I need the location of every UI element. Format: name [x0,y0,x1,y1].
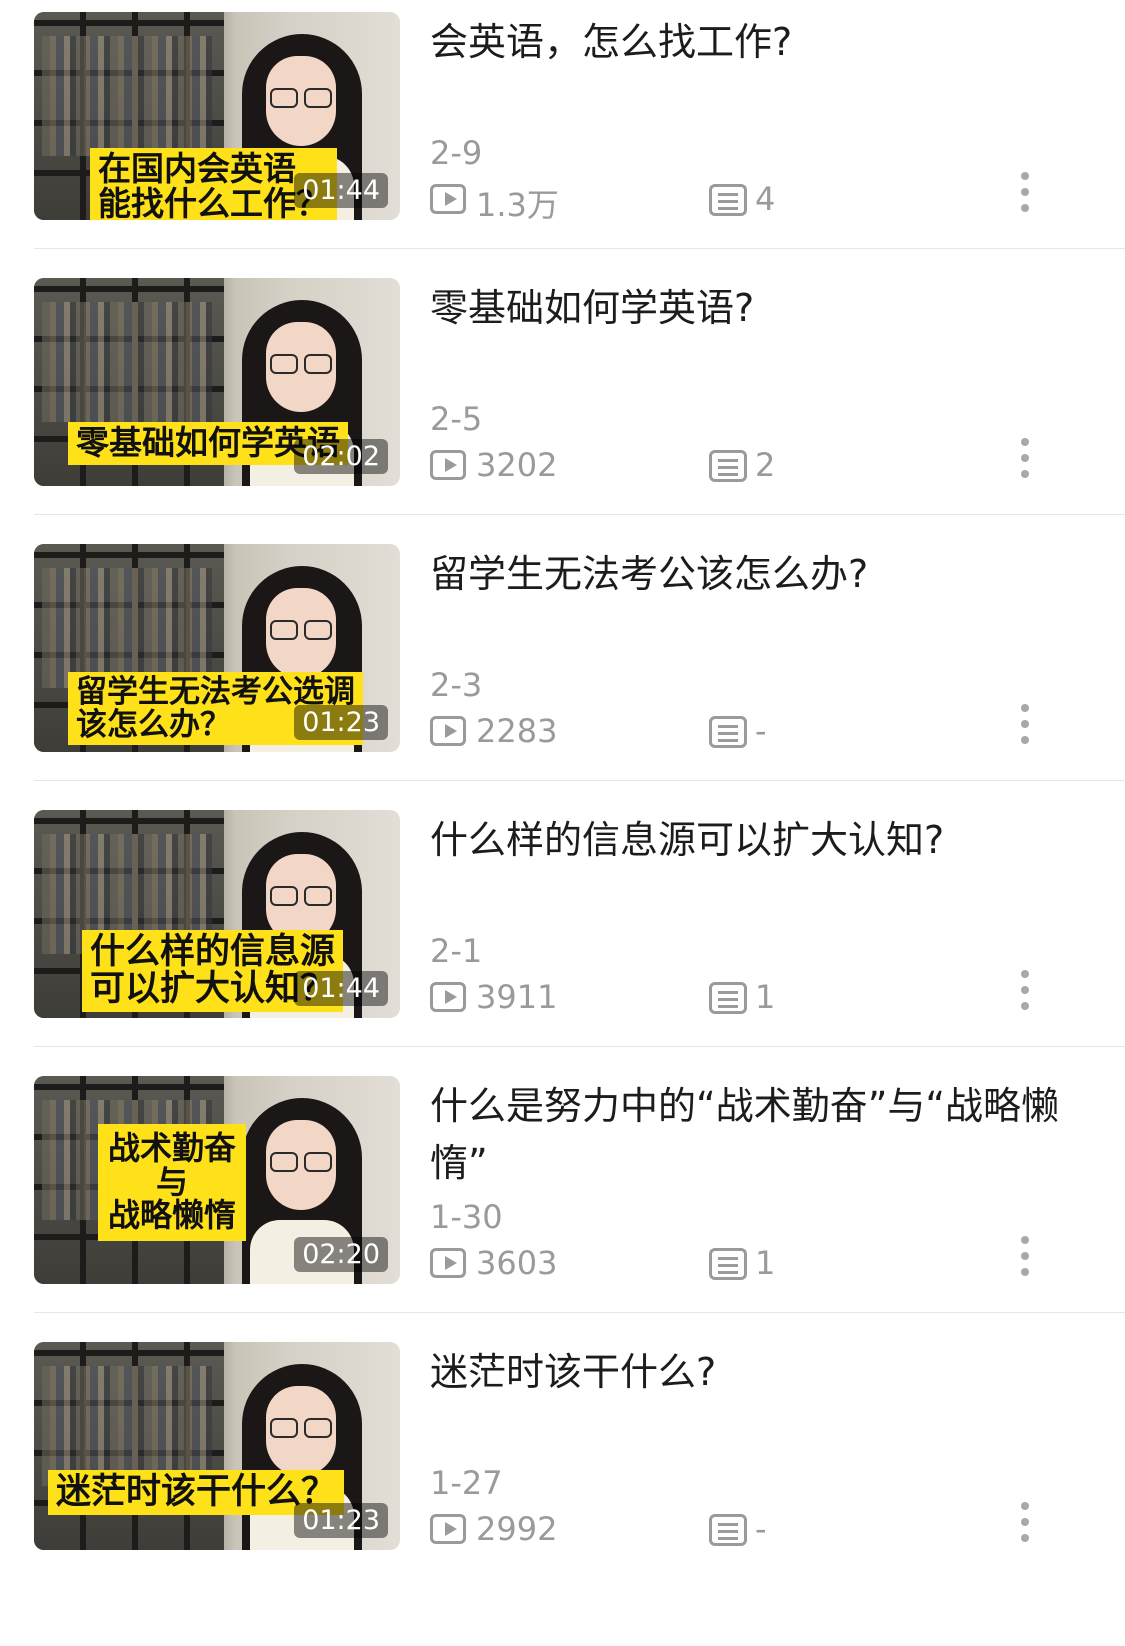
video-title[interactable]: 迷茫时该干什么? [430,1344,1070,1401]
video-stats: 2992 - [430,1508,1070,1554]
upload-date: 1-27 [430,1464,503,1502]
video-thumbnail[interactable]: 迷茫时该干什么？ 01:23 [34,1342,400,1550]
duration-badge: 01:44 [294,971,388,1006]
comment-list-icon [709,716,747,748]
more-vertical-icon[interactable] [1015,1232,1035,1284]
play-icon [430,1514,466,1544]
video-stats: 1.3万 4 [430,178,1070,224]
video-thumbnail[interactable]: 战术勤奋 与 战略懒惰 02:20 [34,1076,400,1284]
video-thumbnail[interactable]: 什么样的信息源 可以扩大认知？ 01:44 [34,810,400,1018]
video-title[interactable]: 会英语，怎么找工作? [430,14,1070,71]
upload-date: 2-5 [430,400,483,438]
video-item[interactable]: 什么样的信息源 可以扩大认知？ 01:44 什么样的信息源可以扩大认知? 2-1… [0,798,1125,1063]
view-count: 3911 [476,978,558,1016]
upload-date: 2-9 [430,134,483,172]
view-count: 3603 [476,1244,558,1282]
video-item[interactable]: 留学生无法考公选调 该怎么办？ 01:23 留学生无法考公该怎么办? 2-3 2… [0,532,1125,797]
comment-count: - [755,712,767,750]
comment-count: 1 [755,1244,776,1282]
video-item[interactable]: 在国内会英语 能找什么工作？ 01:44 会英语，怎么找工作? 2-9 1.3万… [0,0,1125,265]
play-icon [430,716,466,746]
comment-list-icon [709,1514,747,1546]
play-icon [430,184,466,214]
divider [34,514,1125,515]
comment-list-icon [709,184,747,216]
more-vertical-icon[interactable] [1015,700,1035,752]
duration-badge: 01:23 [294,705,388,740]
caption-line: 什么样的信息源 [90,932,336,972]
video-title[interactable]: 什么是努力中的“战术勤奋”与“战略懒惰” [430,1078,1070,1192]
more-vertical-icon[interactable] [1015,966,1035,1018]
comment-count: - [755,1510,767,1548]
play-icon [430,982,466,1012]
more-vertical-icon[interactable] [1015,168,1035,220]
divider [34,248,1125,249]
divider [34,1046,1125,1047]
comment-count: 1 [755,978,776,1016]
comment-list-icon [709,1248,747,1280]
video-stats: 3911 1 [430,976,1070,1022]
divider [34,780,1125,781]
bookshelf-background [34,1342,224,1550]
more-vertical-icon[interactable] [1015,1498,1035,1550]
upload-date: 2-3 [430,666,483,704]
comment-count: 2 [755,446,776,484]
comment-list-icon [709,982,747,1014]
video-item[interactable]: 零基础如何学英语 02:02 零基础如何学英语? 2-5 3202 2 [0,266,1125,531]
thumbnail-caption: 战术勤奋 与 战略懒惰 [98,1124,247,1241]
duration-badge: 02:20 [294,1237,388,1272]
video-stats: 3202 2 [430,444,1070,490]
video-stats: 2283 - [430,710,1070,756]
more-vertical-icon[interactable] [1015,434,1035,486]
video-title[interactable]: 留学生无法考公该怎么办? [430,546,1070,603]
video-stats: 3603 1 [430,1242,1070,1288]
view-count: 1.3万 [476,186,559,224]
video-item[interactable]: 迷茫时该干什么？ 01:23 迷茫时该干什么? 1-27 2992 - [0,1330,1125,1595]
caption-line: 留学生无法考公选调 [76,674,355,710]
duration-badge: 02:02 [294,439,388,474]
video-thumbnail[interactable]: 在国内会英语 能找什么工作？ 01:44 [34,12,400,220]
comment-count: 4 [755,180,776,218]
video-thumbnail[interactable]: 零基础如何学英语 02:02 [34,278,400,486]
comment-list-icon [709,450,747,482]
duration-badge: 01:23 [294,1503,388,1538]
divider [34,1312,1125,1313]
duration-badge: 01:44 [294,173,388,208]
play-icon [430,450,466,480]
view-count: 2283 [476,712,558,750]
caption-line: 与 [156,1162,189,1201]
upload-date: 2-1 [430,932,483,970]
view-count: 3202 [476,446,558,484]
caption-line: 战术勤奋 [108,1129,237,1167]
video-item[interactable]: 战术勤奋 与 战略懒惰 02:20 什么是努力中的“战术勤奋”与“战略懒惰” 1… [0,1064,1125,1329]
caption-line: 战略懒惰 [108,1196,237,1235]
view-count: 2992 [476,1510,558,1548]
video-thumbnail[interactable]: 留学生无法考公选调 该怎么办？ 01:23 [34,544,400,752]
video-title[interactable]: 什么样的信息源可以扩大认知? [430,812,1070,869]
play-icon [430,1248,466,1278]
video-title[interactable]: 零基础如何学英语? [430,280,1070,337]
upload-date: 1-30 [430,1198,503,1236]
